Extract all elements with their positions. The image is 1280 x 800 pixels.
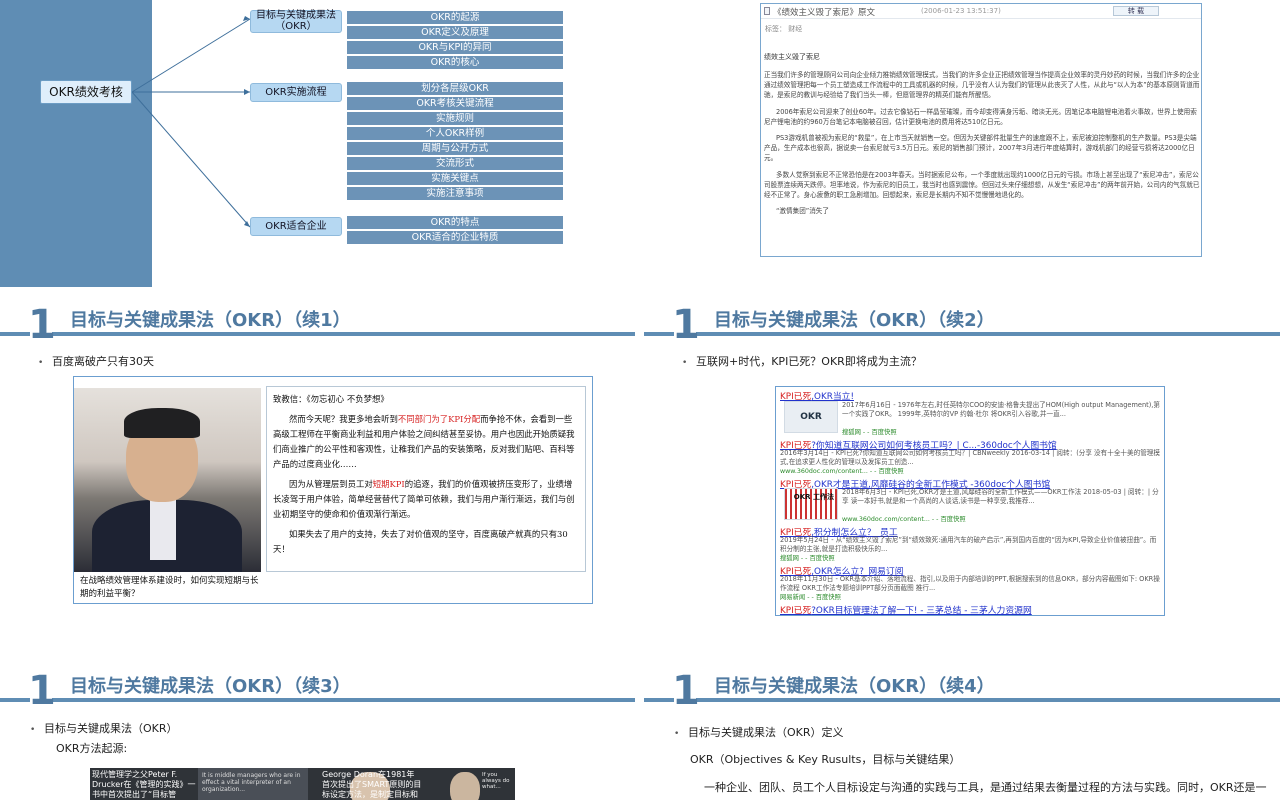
search-result-source: www.360doc.com/content... - - 百度快照 bbox=[842, 516, 966, 523]
slide-number: 1 bbox=[28, 668, 56, 714]
result-title-highlight: KPI已死 bbox=[780, 606, 812, 616]
collage-quote: It is middle managers who are in effect … bbox=[202, 772, 301, 793]
letter-paragraph: 如果失去了用户的支持，失去了对价值观的坚守，百度离破产就真的只有30天！ bbox=[273, 529, 568, 554]
header-bar bbox=[644, 332, 674, 336]
mindmap-leaf: OKR考核关键流程 bbox=[347, 97, 563, 110]
search-result-snippet: 2018年11月30日 - OKR基本介绍、落地流程、指引,以及用于内部培训的P… bbox=[780, 575, 1160, 592]
bullet-text: 百度离破产只有30天 bbox=[52, 355, 154, 368]
article-paragraph: 2006年索尼公司迎来了创业60年。过去它像钻石一样晶莹璀璨，而今却变得满身污垢… bbox=[764, 107, 1197, 126]
photo-figure bbox=[150, 500, 176, 560]
article-body: 正当我们许多的管理顾问公司向企业倾力推销绩效管理模式，当我们的许多企业正把绩效管… bbox=[764, 70, 1200, 222]
bullet-item: • 百度离破产只有30天 bbox=[38, 355, 154, 368]
result-thumbnail: OKR 工作法 bbox=[784, 488, 838, 520]
slide-title: 目标与关键成果法（OKR）（续2） bbox=[714, 310, 995, 331]
bullet-text: 目标与关键成果法（OKR） bbox=[44, 722, 178, 735]
collage-caption: George Doran在1981年首次提出了SMART原则的目标设定方法，是制… bbox=[322, 770, 422, 799]
article-tag: 标签： 财经 bbox=[765, 25, 803, 33]
article-paragraph: “激情集团”消失了 bbox=[776, 207, 829, 216]
header-bar bbox=[0, 332, 30, 336]
search-result-snippet: 2018年6月3日 - KPI已死,OKR才是王道,风靡硅谷的全新工作模式——O… bbox=[842, 488, 1159, 505]
article-title: 《绩效主义毁了索尼》原文 bbox=[773, 8, 876, 18]
portrait-photo bbox=[74, 388, 261, 572]
mindmap-leaf: OKR与KPI的异同 bbox=[347, 41, 563, 54]
article-date: (2006-01-23 13:51:37) bbox=[921, 7, 1001, 15]
mindmap-leaf: OKR的核心 bbox=[347, 56, 563, 69]
letter-salutation: 致教信：《勿忘初心 不负梦想》 bbox=[273, 394, 389, 404]
header-bar bbox=[52, 332, 635, 336]
mindmap-leaf: 交流形式 bbox=[347, 157, 563, 170]
photo-caption: 在战略绩效管理体系建设时，如何实现短期与长期的利益平衡？ bbox=[80, 576, 259, 599]
letter-text-box: 致教信：《勿忘初心 不负梦想》 然而今天呢？我更多地会听到不同部门为了KPI分配… bbox=[266, 386, 586, 572]
bullet-item: • 互联网+时代，KPI已死？OKR即将成为主流？ bbox=[682, 355, 922, 368]
search-result-source: 搜狐网 - - 百度快照 bbox=[842, 429, 897, 436]
bullet-text: 互联网+时代，KPI已死？OKR即将成为主流？ bbox=[696, 355, 922, 368]
mindmap-branch-okr: 目标与关键成果法 （OKR） bbox=[250, 10, 342, 33]
share-button[interactable]: 转 载 bbox=[1113, 6, 1159, 16]
bullet-item: • 目标与关键成果法（OKR） bbox=[30, 722, 178, 735]
header-bar bbox=[0, 698, 30, 702]
result-thumbnail: OKR bbox=[784, 401, 838, 433]
letter-highlight: 不同部门为了KPI分配 bbox=[397, 414, 481, 424]
mindmap-leaf: 个人OKR样例 bbox=[347, 127, 563, 140]
mindmap-leaf: OKR定义及原理 bbox=[347, 26, 563, 39]
collage-quote: If you always do what... bbox=[482, 772, 510, 790]
connector-line bbox=[131, 91, 251, 228]
mindmap-leaf: 实施注意事项 bbox=[347, 187, 563, 200]
letter-text: 因为从管理层到员工对 bbox=[289, 479, 373, 489]
collage-panel: It is middle managers who are in effect … bbox=[198, 768, 308, 800]
search-result-snippet: 2017年6月16日 - 1976年左右,时任英特尔COO的安迪·格鲁夫提出了H… bbox=[842, 401, 1160, 418]
slide-title: 目标与关键成果法（OKR）（续4） bbox=[714, 676, 995, 697]
letter-highlight: 短期KPI bbox=[372, 479, 405, 489]
header-bar bbox=[696, 698, 1280, 702]
document-icon bbox=[764, 7, 770, 15]
article-header: 《绩效主义毁了索尼》原文 (2006-01-23 13:51:37) 转 载 bbox=[761, 4, 1201, 19]
sub-heading: OKR方法起源: bbox=[56, 742, 128, 755]
mindmap-leaf: 实施关键点 bbox=[347, 172, 563, 185]
mindmap-root: OKR绩效考核 bbox=[40, 80, 132, 104]
search-result-source: 网易新闻 - - 百度快照 bbox=[780, 594, 841, 601]
bullet-item: • 目标与关键成果法（OKR）定义 bbox=[674, 726, 844, 739]
result-title-text: ?OKR目标管理法了解一下! - 三茅总结 - 三茅人力资源网 bbox=[811, 606, 1032, 616]
mindmap-leaf: OKR的特点 bbox=[347, 216, 563, 229]
letter-paragraph: 然而今天呢？我更多地会听到不同部门为了KPI分配而争抢不休，会看到一些高级工程师… bbox=[273, 412, 579, 472]
header-bar bbox=[644, 698, 674, 702]
photo-figure bbox=[124, 408, 200, 438]
search-result-title[interactable]: KPI已死?OKR目标管理法了解一下! - 三茅总结 - 三茅人力资源网 bbox=[780, 603, 1032, 616]
slide-number: 1 bbox=[28, 302, 56, 348]
article-paragraph: 正当我们许多的管理顾问公司向企业倾力推销绩效管理模式，当我们的许多企业正把绩效管… bbox=[764, 71, 1200, 100]
header-bar bbox=[696, 332, 1280, 336]
slide-title: 目标与关键成果法（OKR）（续1） bbox=[70, 310, 351, 331]
search-result-snippet: 2019年5月24日 - 从“绩效主义毁了索尼”到“绩效致死:通用汽车的破产启示… bbox=[780, 536, 1157, 553]
mindmap-leaf: OKR适合的企业特质 bbox=[347, 231, 563, 244]
mindmap-leaf: 实施规则 bbox=[347, 112, 563, 125]
article-paragraph: PS3游戏机曾被视为索尼的“救星”，在上市当天就销售一空。但因为关键部件批量生产… bbox=[764, 134, 1197, 163]
mindmap-leaf: 周期与公开方式 bbox=[347, 142, 563, 155]
arrow-head bbox=[243, 16, 250, 21]
slide-thumbnail-article[interactable]: 《绩效主义毁了索尼》原文 (2006-01-23 13:51:37) 转 载 标… bbox=[760, 3, 1202, 257]
slide-sorter-view: OKR绩效考核 目标与关键成果法 （OKR） OKR实施流程 OKR适合企业 O… bbox=[0, 0, 1280, 800]
mindmap-leaf: OKR的起源 bbox=[347, 11, 563, 24]
search-result-source: 搜狐网 - - 百度快照 bbox=[780, 555, 835, 562]
mindmap-leaf: 划分各层级OKR bbox=[347, 82, 563, 95]
slide-title: 目标与关键成果法（OKR）（续3） bbox=[70, 676, 351, 697]
slide-number: 1 bbox=[672, 302, 700, 348]
collage-portrait bbox=[450, 772, 480, 800]
header-bar bbox=[52, 698, 635, 702]
slide-number: 1 bbox=[672, 668, 700, 714]
definition-line: OKR（Objectives & Key Rusults，目标与关键结果） bbox=[690, 753, 961, 766]
collage-caption: 现代管理学之父Peter F. Drucker在《管理的实践》一书中首次提出了“… bbox=[92, 770, 196, 799]
article-heading: 绩效主义毁了索尼 bbox=[764, 53, 820, 61]
search-results-screenshot: KPI已死,OKR当立! OKR 2017年6月16日 - 1976年左右,时任… bbox=[775, 386, 1165, 616]
definition-paragraph: 一种企业、团队、员工个人目标设定与沟通的实践与工具，是通过结果去衡量过程的方法与… bbox=[704, 781, 1267, 794]
search-result-snippet: 2016年3月14日 - KPI已死?你知道互联网公司如何考核员工吗？| CBN… bbox=[780, 449, 1160, 466]
letter-paragraph: 因为从管理层到员工对短期KPI的追逐，我们的价值观被挤压变形了，业绩增长凌驾于用… bbox=[273, 477, 579, 522]
search-result-source: www.360doc.com/content... - - 百度快照 bbox=[780, 468, 904, 475]
article-paragraph: 多数人觉察到索尼不正常恐怕是在2003年春天。当时据索尼公布，一个季度就出现约1… bbox=[764, 170, 1200, 200]
mindmap-branch-fit: OKR适合企业 bbox=[250, 217, 342, 236]
bullet-text: 目标与关键成果法（OKR）定义 bbox=[688, 726, 844, 739]
origin-collage-image: 现代管理学之父Peter F. Drucker在《管理的实践》一书中首次提出了“… bbox=[90, 768, 515, 800]
mindmap-branch-process: OKR实施流程 bbox=[250, 83, 342, 102]
letter-text: 然而今天呢？我更多地会听到 bbox=[289, 414, 398, 424]
connector-line bbox=[131, 18, 251, 93]
